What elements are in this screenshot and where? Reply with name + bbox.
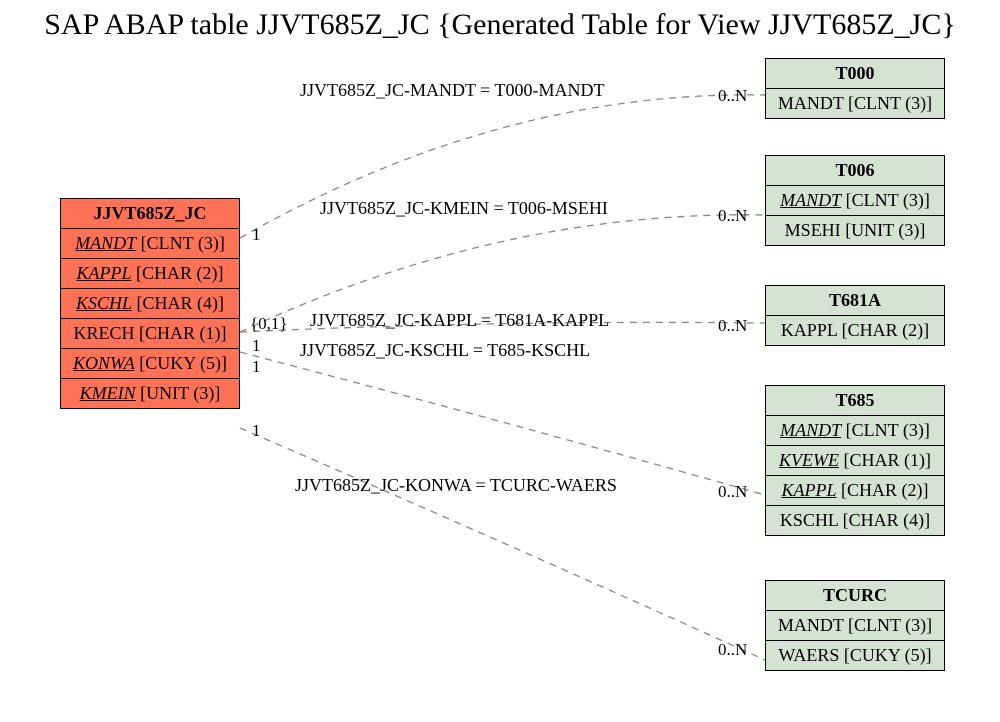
relation-label: JJVT685Z_JC-KAPPL = T681A-KAPPL [310,310,609,331]
entity-field: MANDT [CLNT (3)] [766,416,944,445]
entity-field: MSEHI [UNIT (3)] [766,215,944,245]
entity-field: MANDT [CLNT (3)] [766,611,944,640]
entity-field: KONWA [CUKY (5)] [61,348,239,378]
cardinality-left: {0,1} [250,314,288,334]
entity-header: T685 [766,386,944,416]
entity-header: TCURC [766,581,944,611]
entity-related: T681AKAPPL [CHAR (2)] [765,285,945,346]
entity-field: KSCHL [CHAR (4)] [61,288,239,318]
entity-field: MANDT [CLNT (3)] [61,229,239,258]
entity-field: KSCHL [CHAR (4)] [766,505,944,535]
cardinality-left: 1 [252,357,261,377]
cardinality-left: 1 [252,421,261,441]
cardinality-right: 0..N [718,482,747,502]
cardinality-left: 1 [252,225,261,245]
entity-field: KRECH [CHAR (1)] [61,318,239,348]
entity-field: MANDT [CLNT (3)] [766,186,944,215]
entity-header: T006 [766,156,944,186]
cardinality-left: 1 [252,336,261,356]
entity-related: T006MANDT [CLNT (3)]MSEHI [UNIT (3)] [765,155,945,246]
entity-related: T000MANDT [CLNT (3)] [765,58,945,119]
entity-header: T000 [766,59,944,89]
relation-label: JJVT685Z_JC-KONWA = TCURC-WAERS [295,475,617,496]
entity-field: KMEIN [UNIT (3)] [61,378,239,408]
entity-field: KVEWE [CHAR (1)] [766,445,944,475]
entity-field: KAPPL [CHAR (2)] [766,475,944,505]
entity-main: JJVT685Z_JC MANDT [CLNT (3)]KAPPL [CHAR … [60,198,240,409]
cardinality-right: 0..N [718,86,747,106]
entity-field: WAERS [CUKY (5)] [766,640,944,670]
entity-field: KAPPL [CHAR (2)] [61,258,239,288]
relation-label: JJVT685Z_JC-KSCHL = T685-KSCHL [300,340,590,361]
relation-label: JJVT685Z_JC-KMEIN = T006-MSEHI [320,198,608,219]
diagram-title: SAP ABAP table JJVT685Z_JC {Generated Ta… [44,8,956,42]
entity-related: TCURCMANDT [CLNT (3)]WAERS [CUKY (5)] [765,580,945,671]
entity-related: T685MANDT [CLNT (3)]KVEWE [CHAR (1)]KAPP… [765,385,945,536]
relation-label: JJVT685Z_JC-MANDT = T000-MANDT [300,80,605,101]
entity-field: MANDT [CLNT (3)] [766,89,944,118]
cardinality-right: 0..N [718,640,747,660]
entity-main-header: JJVT685Z_JC [61,199,239,229]
cardinality-right: 0..N [718,206,747,226]
entity-field: KAPPL [CHAR (2)] [766,316,944,345]
cardinality-right: 0..N [718,316,747,336]
entity-header: T681A [766,286,944,316]
